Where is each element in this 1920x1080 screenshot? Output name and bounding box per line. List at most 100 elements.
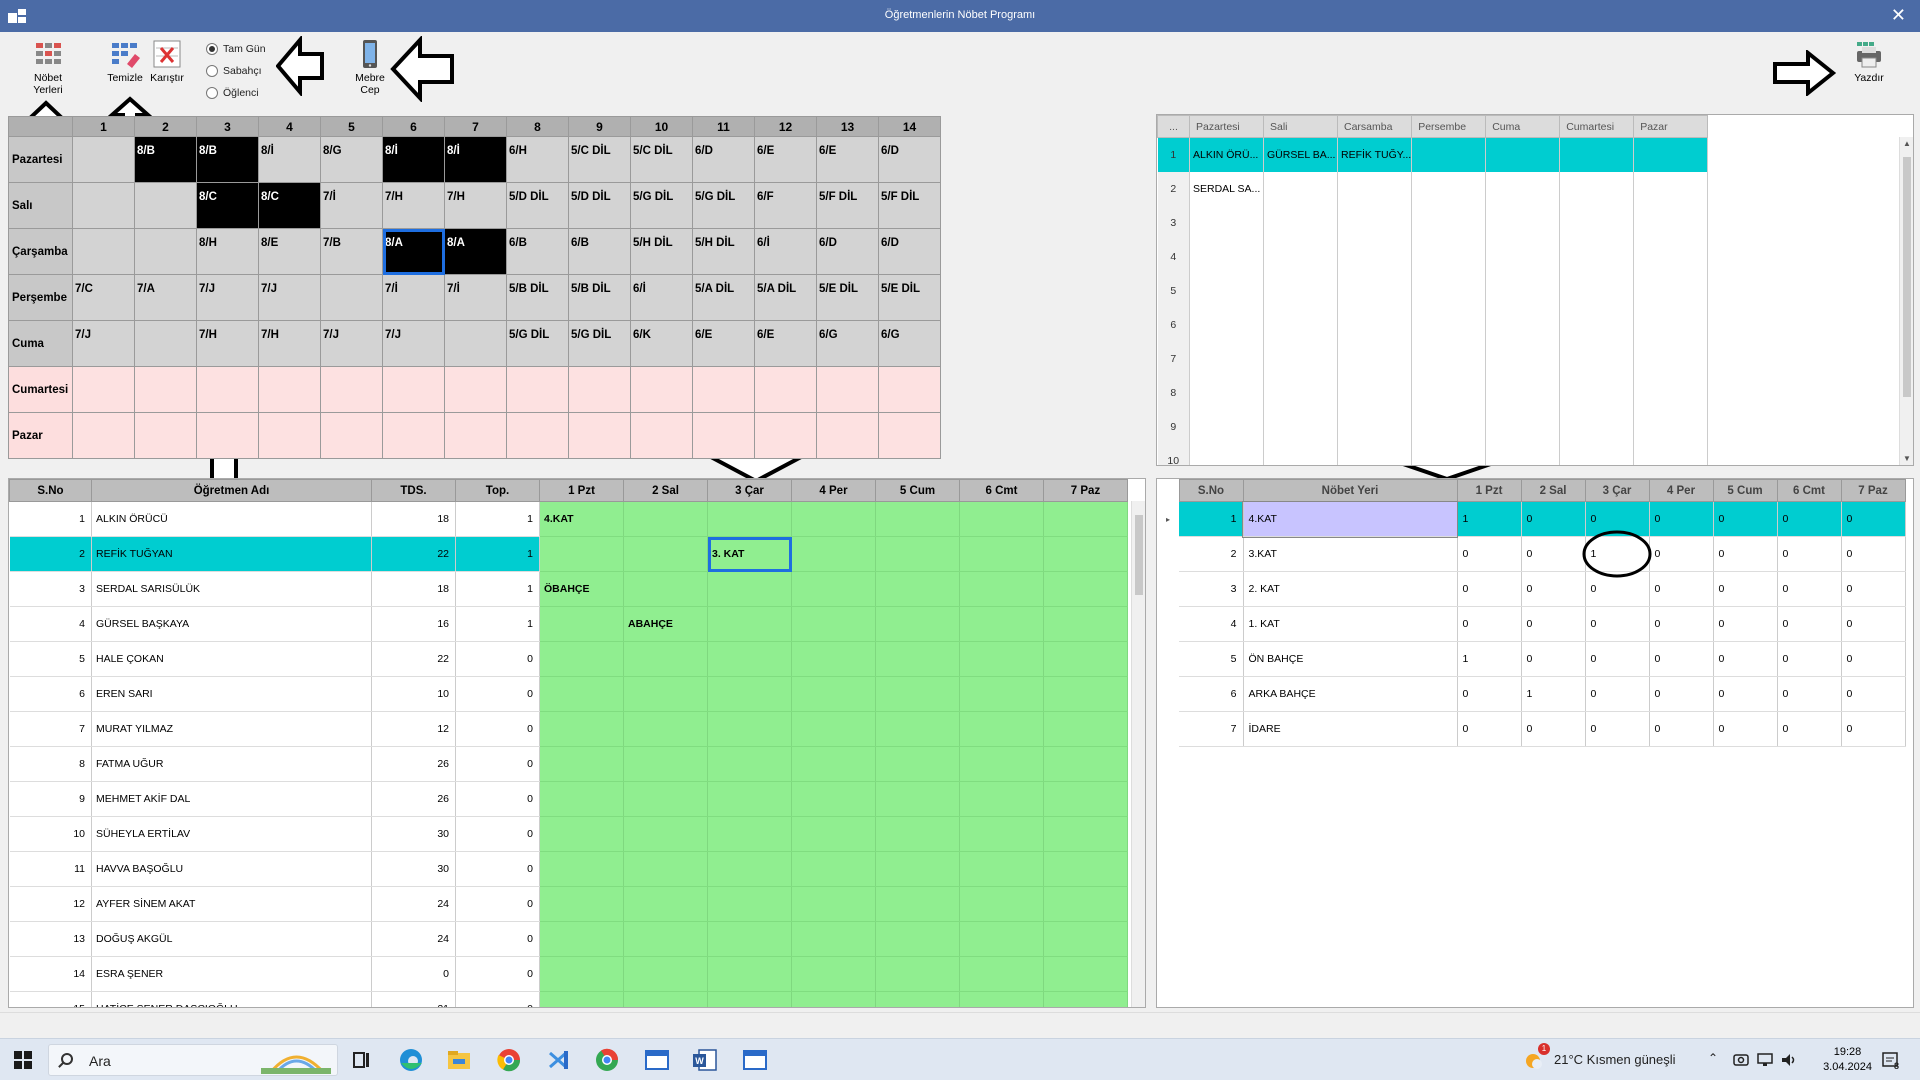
weekday-cell[interactable] xyxy=(1633,375,1709,410)
chrome-profile-icon[interactable] xyxy=(592,1045,622,1075)
scroll-up-icon[interactable]: ▲ xyxy=(1903,139,1911,148)
schedule-cell[interactable]: 6/E xyxy=(816,136,879,183)
duty-place-name[interactable]: 1. KAT xyxy=(1243,606,1458,642)
duty-day-cell[interactable] xyxy=(959,606,1044,642)
duty-day-cell[interactable] xyxy=(707,886,792,922)
schedule-cell[interactable]: 5/G DİL xyxy=(630,182,693,229)
word-icon[interactable]: W xyxy=(690,1045,720,1075)
duty-count-cell[interactable]: 0 xyxy=(1841,571,1906,607)
duty-count-cell[interactable]: 0 xyxy=(1585,641,1650,677)
weekday-cell[interactable] xyxy=(1189,341,1264,376)
table-row[interactable]: 8 FATMA UĞUR 26 0 xyxy=(9,746,1128,782)
weekday-cell[interactable] xyxy=(1189,375,1264,410)
table-row[interactable]: 3 2. KAT 0 0 0 0 0 0 0 xyxy=(1157,571,1906,607)
schedule-cell[interactable] xyxy=(258,412,321,459)
duty-day-cell[interactable] xyxy=(959,886,1044,922)
duty-count-cell[interactable]: 0 xyxy=(1841,676,1906,712)
duty-day-cell[interactable] xyxy=(875,851,960,887)
duty-day-cell[interactable] xyxy=(623,921,708,957)
schedule-cell[interactable] xyxy=(320,412,383,459)
vertical-scrollbar[interactable]: ▲ ▼ xyxy=(1899,137,1913,465)
weekday-header[interactable]: Persembe xyxy=(1411,115,1487,138)
duty-day-cell[interactable] xyxy=(539,781,624,817)
chrome-icon[interactable] xyxy=(494,1045,524,1075)
duty-day-cell[interactable] xyxy=(875,816,960,852)
weekday-cell[interactable] xyxy=(1337,307,1413,342)
volume-icon[interactable] xyxy=(1780,1051,1798,1069)
duty-day-cell[interactable] xyxy=(875,886,960,922)
schedule-cell[interactable] xyxy=(506,412,569,459)
camera-icon[interactable] xyxy=(1732,1051,1750,1069)
schedule-cell[interactable]: 7/H xyxy=(258,320,321,367)
weekday-cell[interactable] xyxy=(1263,409,1338,444)
schedule-cell[interactable] xyxy=(72,366,135,413)
duty-count-cell[interactable]: 0 xyxy=(1649,571,1714,607)
duty-day-cell[interactable] xyxy=(539,851,624,887)
duty-day-cell[interactable] xyxy=(623,641,708,677)
weather-text[interactable]: 21°C Kısmen güneşli xyxy=(1554,1052,1676,1067)
duty-count-cell[interactable]: 0 xyxy=(1777,676,1842,712)
weekday-cell[interactable] xyxy=(1263,375,1338,410)
schedule-cell[interactable]: 7/J xyxy=(258,274,321,321)
schedule-cell[interactable]: 5/G DİL xyxy=(568,320,631,367)
weekday-header[interactable]: Cumartesi xyxy=(1559,115,1635,138)
network-icon[interactable] xyxy=(1756,1051,1774,1069)
schedule-cell[interactable]: 8/A xyxy=(444,228,507,275)
schedule-cell[interactable] xyxy=(754,366,817,413)
duty-day-cell[interactable] xyxy=(791,886,876,922)
duty-day-cell[interactable] xyxy=(791,991,876,1007)
duty-count-cell[interactable]: 0 xyxy=(1649,501,1714,537)
table-row[interactable]: 3 SERDAL SARISÜLÜK 18 1 ÖBAHÇE xyxy=(9,571,1128,607)
duty-day-cell[interactable] xyxy=(959,816,1044,852)
duty-day-cell[interactable] xyxy=(623,816,708,852)
schedule-cell[interactable]: 7/H xyxy=(444,182,507,229)
weekday-cell[interactable] xyxy=(1189,205,1264,240)
schedule-cell[interactable] xyxy=(444,412,507,459)
duty-column-header[interactable]: Nöbet Yeri xyxy=(1242,479,1458,502)
duty-day-cell[interactable] xyxy=(875,606,960,642)
weekday-cell[interactable] xyxy=(1559,239,1635,274)
duty-day-cell[interactable] xyxy=(875,956,960,992)
duty-day-cell[interactable] xyxy=(539,746,624,782)
weekday-cell[interactable] xyxy=(1411,443,1487,465)
duty-day-cell[interactable] xyxy=(539,886,624,922)
table-row[interactable]: 7 İDARE 0 0 0 0 0 0 0 xyxy=(1157,711,1906,747)
duty-day-cell[interactable] xyxy=(623,676,708,712)
duty-day-cell[interactable] xyxy=(1043,781,1128,817)
duty-day-cell[interactable] xyxy=(707,501,792,537)
teacher-column-header[interactable]: 6 Cmt xyxy=(959,479,1044,502)
duty-column-header[interactable]: 7 Paz xyxy=(1840,479,1906,502)
duty-day-cell[interactable] xyxy=(539,536,624,572)
duty-day-cell[interactable] xyxy=(539,921,624,957)
weekday-cell[interactable] xyxy=(1633,409,1709,444)
duty-column-header[interactable]: S.No xyxy=(1178,479,1244,502)
weekday-cell[interactable] xyxy=(1263,341,1338,376)
duty-day-cell[interactable] xyxy=(875,536,960,572)
schedule-cell[interactable] xyxy=(444,366,507,413)
schedule-cell[interactable] xyxy=(134,366,197,413)
duty-column-header[interactable]: 5 Cum xyxy=(1712,479,1778,502)
duty-day-cell[interactable] xyxy=(539,816,624,852)
duty-count-cell[interactable]: 0 xyxy=(1649,641,1714,677)
weekday-cell[interactable] xyxy=(1189,307,1264,342)
duty-place-name[interactable]: ÖN BAHÇE xyxy=(1243,641,1458,677)
weekday-cell[interactable] xyxy=(1559,375,1635,410)
duty-day-cell[interactable] xyxy=(1043,641,1128,677)
duty-day-cell[interactable] xyxy=(791,816,876,852)
weekday-cell[interactable] xyxy=(1411,239,1487,274)
duty-day-cell[interactable] xyxy=(707,606,792,642)
schedule-cell[interactable] xyxy=(72,412,135,459)
duty-day-cell[interactable] xyxy=(539,606,624,642)
schedule-cell[interactable] xyxy=(196,412,259,459)
duty-day-cell[interactable] xyxy=(791,501,876,537)
file-explorer-icon[interactable] xyxy=(444,1045,474,1075)
duty-day-cell[interactable] xyxy=(1043,816,1128,852)
weekday-cell[interactable] xyxy=(1411,205,1487,240)
duty-day-cell[interactable] xyxy=(707,641,792,677)
weekday-cell[interactable] xyxy=(1559,307,1635,342)
duty-day-cell[interactable] xyxy=(875,501,960,537)
table-row[interactable]: 10 SÜHEYLA ERTİLAV 30 0 xyxy=(9,816,1128,852)
schedule-cell[interactable] xyxy=(134,228,197,275)
duty-count-cell[interactable]: 0 xyxy=(1713,501,1778,537)
duty-count-cell[interactable]: 1 xyxy=(1521,676,1586,712)
